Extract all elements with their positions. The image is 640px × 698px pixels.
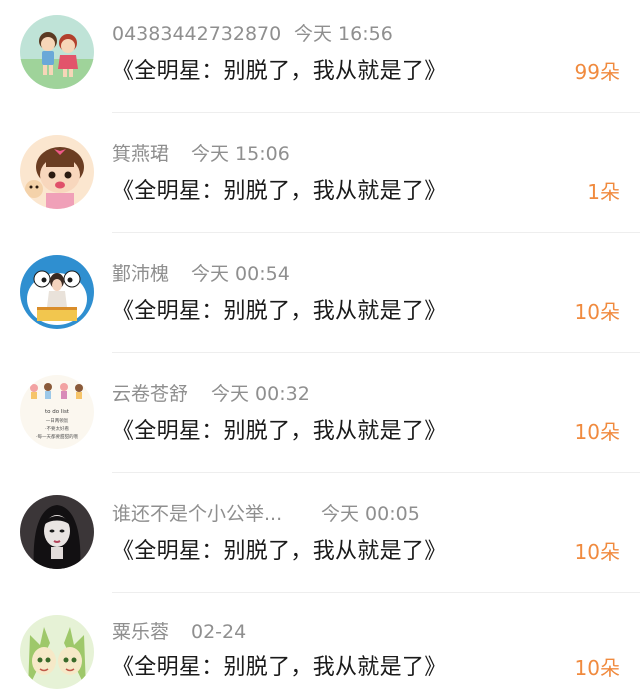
comment-row[interactable]: to do list 一日两顿饭 ·不要太好看 ·每一天都要甜甜的哦 云卷苍舒 … [0,360,640,480]
divider [112,232,640,233]
comment-text: 《全明星：别脱了，我从就是了》 [112,419,447,444]
comment-text: 《全明星：别脱了，我从就是了》 [112,59,447,84]
username[interactable]: 箕燕珺 [112,140,169,168]
dark-hair-girl-avatar-icon [20,495,94,569]
doraemon-girl-avatar-icon [20,255,94,329]
todo-line: ·每一天都要甜甜的哦 [36,433,78,440]
comment-text: 《全明星：别脱了，我从就是了》 [112,179,447,204]
username[interactable]: 04383442732870 [112,20,281,48]
cartoon-girl-avatar-icon [20,135,94,209]
timestamp: 今天 00:54 [191,263,290,285]
divider [112,472,640,473]
flower-count: 10朵 [574,656,620,680]
todo-title: to do list [45,409,70,415]
divider [112,592,640,593]
flower-count: 10朵 [574,540,620,564]
comment-row[interactable]: 粟乐蓉 02-24 《全明星：别脱了，我从就是了》 10朵 [0,600,640,698]
username[interactable]: 粟乐蓉 [112,618,169,646]
avatar[interactable] [20,255,94,329]
comment-meta: 粟乐蓉 02-24 [112,618,246,646]
todo-list-avatar-icon: to do list 一日两顿饭 ·不要太好看 ·每一天都要甜甜的哦 [20,375,94,449]
comment-meta: 谁还不是个小公举... 今天 00:05 [112,500,420,528]
green-elf-avatar-icon [20,615,94,689]
flower-count: 10朵 [574,420,620,444]
timestamp: 今天 00:32 [211,383,310,405]
flower-count: 1朵 [587,180,620,204]
timestamp: 今天 16:56 [294,23,393,45]
flower-count: 99朵 [574,60,620,84]
timestamp: 今天 15:06 [191,143,290,165]
avatar[interactable] [20,495,94,569]
cartoon-kids-avatar-icon [20,15,94,89]
comment-row[interactable]: 鄞沛槐 今天 00:54 《全明星：别脱了，我从就是了》 10朵 [0,240,640,360]
flower-count: 10朵 [574,300,620,324]
username[interactable]: 鄞沛槐 [112,260,169,288]
username[interactable]: 谁还不是个小公举... [112,500,282,528]
divider [112,352,640,353]
comment-text: 《全明星：别脱了，我从就是了》 [112,299,447,324]
comment-list: 04383442732870 今天 16:56 《全明星：别脱了，我从就是了》 … [0,0,640,698]
username[interactable]: 云卷苍舒 [112,380,188,408]
timestamp: 02-24 [191,621,247,643]
comment-meta: 箕燕珺 今天 15:06 [112,140,290,168]
avatar[interactable]: to do list 一日两顿饭 ·不要太好看 ·每一天都要甜甜的哦 [20,375,94,449]
comment-meta: 04383442732870 今天 16:56 [112,20,393,48]
comment-text: 《全明星：别脱了，我从就是了》 [112,539,447,564]
avatar[interactable] [20,135,94,209]
comment-row[interactable]: 谁还不是个小公举... 今天 00:05 《全明星：别脱了，我从就是了》 10朵 [0,480,640,600]
comment-meta: 鄞沛槐 今天 00:54 [112,260,290,288]
comment-text: 《全明星：别脱了，我从就是了》 [112,655,447,680]
comment-row[interactable]: 04383442732870 今天 16:56 《全明星：别脱了，我从就是了》 … [0,0,640,120]
comment-row[interactable]: 箕燕珺 今天 15:06 《全明星：别脱了，我从就是了》 1朵 [0,120,640,240]
todo-line: 一日两顿饭 [46,417,69,424]
avatar[interactable] [20,15,94,89]
comment-meta: 云卷苍舒 今天 00:32 [112,380,310,408]
todo-line: ·不要太好看 [45,425,69,432]
timestamp: 今天 00:05 [321,503,420,525]
avatar[interactable] [20,615,94,689]
divider [112,112,640,113]
